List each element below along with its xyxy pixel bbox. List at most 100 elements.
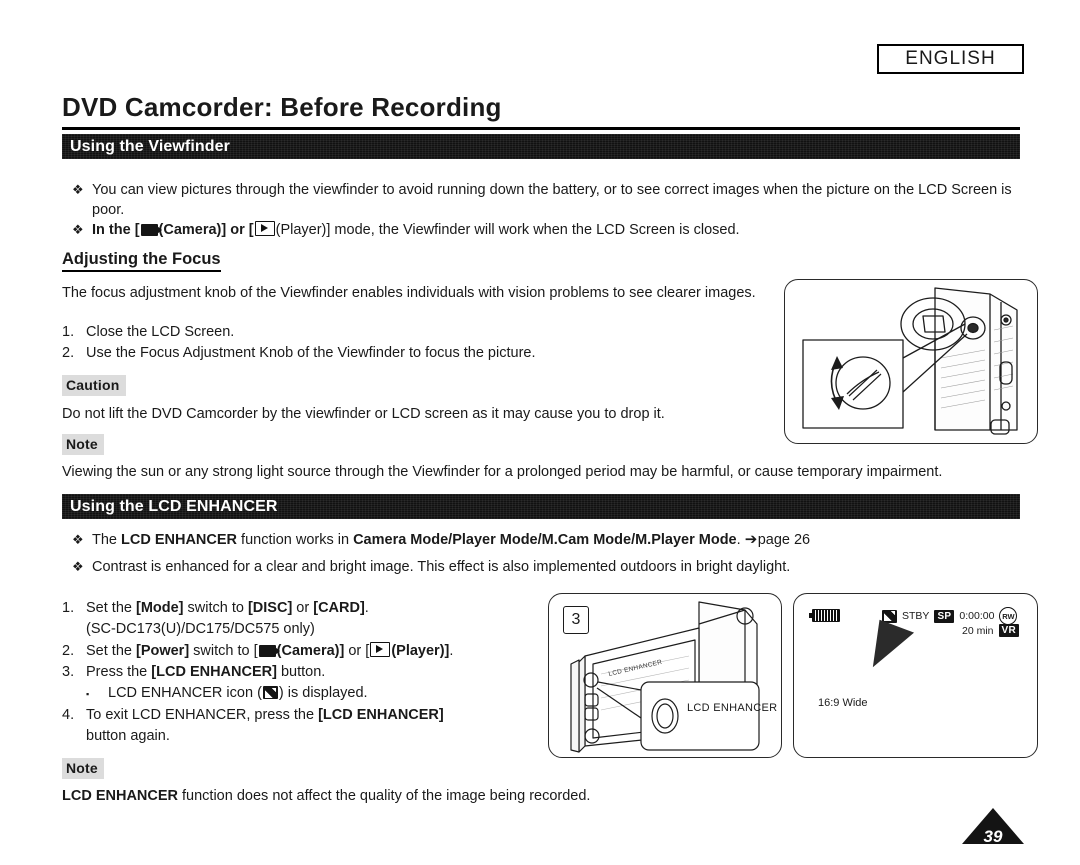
enhancer-step-2-post: . <box>449 643 454 659</box>
enhancer-step-3-post: button. <box>276 664 326 680</box>
enhancer-step-3-bold-button: [LCD ENHANCER] <box>151 664 277 680</box>
bullet-viewfinder-2-pre: In the [ <box>92 222 140 238</box>
bullet-viewfinder-1-text: You can view pictures through the viewfi… <box>92 182 1012 218</box>
bullet-enhancer-2-text: Contrast is enhanced for a clear and bri… <box>92 559 791 575</box>
enhancer-step-2-bold-power: [Power] <box>135 643 190 659</box>
enhancer-step-1-bold-disc: [DISC] <box>247 600 293 616</box>
osd-record-status: STBY <box>902 610 930 622</box>
viewfinder-step-1-text: Close the LCD Screen. <box>86 324 235 340</box>
enhancer-step-1-pre: Set the <box>86 600 136 616</box>
osd-pointer-arrow <box>872 619 916 673</box>
osd-status-row-2: 20 min VR <box>962 624 1019 637</box>
osd-record-mode-badge: VR <box>998 624 1019 637</box>
viewfinder-step-2-text: Use the Focus Adjustment Knob of the Vie… <box>86 345 536 361</box>
bullet-viewfinder-2-mid-b: (Player)] mode, the Viewfinder will work… <box>275 222 740 238</box>
arrow-right-icon: ➔ <box>744 531 758 548</box>
enhancer-step-1-bold-card: [CARD] <box>313 600 365 616</box>
note-enhancer-rest: function does not affect the quality of … <box>178 788 591 804</box>
note-text-enhancer: LCD ENHANCER function does not affect th… <box>62 786 962 806</box>
viewfinder-intro-text: The focus adjustment knob of the Viewfin… <box>62 285 756 301</box>
enhancer-step-1-bold-mode: [Mode] <box>135 600 184 616</box>
battery-icon <box>809 609 840 622</box>
enhancer-step-2-bold-camera: (Camera)] <box>276 643 345 659</box>
bullet-enhancer-2: ❖ Contrast is enhanced for a clear and b… <box>72 557 1017 577</box>
bullet-enhancer-1: ❖ The LCD ENHANCER function works in Cam… <box>72 530 1017 550</box>
enhancer-step-4-text: To exit LCD ENHANCER, press the [LCD ENH… <box>86 705 542 747</box>
enhancer-step-3-number: 3. <box>62 664 75 680</box>
section-header-viewfinder-label: Using the Viewfinder <box>70 137 230 155</box>
page-title: DVD Camcorder: Before Recording <box>62 92 502 122</box>
viewfinder-step-2-number: 2. <box>62 345 75 361</box>
note-text-viewfinder: Viewing the sun or any strong light sour… <box>62 464 943 480</box>
manual-page: ENGLISH DVD Camcorder: Before Recording … <box>0 0 1080 865</box>
osd-quality-badge: SP <box>934 609 955 623</box>
enhancer-step-1-text: Set the [Mode] switch to [DISC] or [CARD… <box>86 598 532 640</box>
caution-text: Do not lift the DVD Camcorder by the vie… <box>62 406 665 422</box>
bullet-diamond-icon: ❖ <box>72 532 84 547</box>
lcd-enhancer-callout-label: LCD ENHANCER <box>687 702 778 714</box>
viewfinder-step-1-number: 1. <box>62 324 75 340</box>
section-header-viewfinder: Using the Viewfinder <box>62 134 1020 159</box>
osd-aspect-ratio: 16:9 Wide <box>818 697 868 709</box>
enhancer-step-1-post: . <box>364 600 369 616</box>
bullet-enhancer-1-pre: The <box>92 532 122 548</box>
section-header-lcd-enhancer-label: Using the LCD ENHANCER <box>70 497 278 515</box>
enhancer-step-2-pre: Set the <box>86 643 136 659</box>
bullet-enhancer-1-post: . <box>736 532 745 548</box>
enhancer-step-3-sub-post: ) is displayed. <box>278 685 368 701</box>
enhancer-step-2: 2. Set the [Power] switch to [ (Camera)] … <box>62 641 552 662</box>
enhancer-step-3-subbullet: ▪ LCD ENHANCER icon ( ) is displayed. <box>86 683 556 706</box>
osd-disc-format-icon: RW <box>999 607 1018 625</box>
enhancer-step-2-mid: switch to [ <box>189 643 258 659</box>
page-number-badge: 39 <box>962 808 1024 848</box>
bullet-diamond-icon: ❖ <box>72 222 84 237</box>
camera-icon <box>258 645 280 657</box>
page-number-value: 39 <box>983 827 1003 846</box>
page-reference-link: page 26 <box>757 532 811 548</box>
enhancer-step-1-models: (SC-DC173(U)/DC175/DC575 only) <box>86 621 315 637</box>
enhancer-step-2-number: 2. <box>62 643 75 659</box>
note-label-enhancer: Note <box>62 758 104 779</box>
enhancer-step-4-line2: button again. <box>86 728 170 744</box>
figure-lcd-enhancer-button: LCD ENHANCER 3 LCD ENHANCER <box>548 593 782 758</box>
bullet-viewfinder-2-mid-a: (Camera)] or [ <box>158 222 254 238</box>
figure-lcd-display: STBY SP 0:00:00 RW 20 min VR 16:9 Wide <box>793 593 1038 758</box>
figure-viewfinder-focus <box>784 279 1038 444</box>
language-badge: ENGLISH <box>877 44 1024 74</box>
enhancer-step-2-mid2: or [ <box>344 643 370 659</box>
enhancer-step-2-bold-player: (Player)] <box>391 643 450 659</box>
osd-timecode: 0:00:00 <box>959 610 995 622</box>
section-header-lcd-enhancer: Using the LCD ENHANCER <box>62 494 1020 519</box>
bullet-diamond-icon: ❖ <box>72 559 84 574</box>
enhancer-step-4-bold-button: [LCD ENHANCER] <box>318 707 444 723</box>
enhancer-step-4: 4. To exit LCD ENHANCER, press the [LCD … <box>62 705 542 747</box>
bullet-enhancer-1-mid: function works in <box>237 532 354 548</box>
enhancer-step-3: 3. Press the [LCD ENHANCER] button. <box>62 662 552 683</box>
bullet-enhancer-1-bold-a: LCD ENHANCER <box>121 532 238 548</box>
caution-label: Caution <box>62 375 126 396</box>
enhancer-step-1-number: 1. <box>62 600 75 616</box>
bullet-enhancer-1-bold-b: Camera Mode/Player Mode/M.Cam Mode/M.Pla… <box>353 532 737 548</box>
note-label-viewfinder: Note <box>62 434 104 455</box>
subheading-adjusting-focus: Adjusting the Focus <box>62 250 221 272</box>
viewfinder-step-1: 1. Close the LCD Screen. <box>62 322 762 343</box>
lcd-osd-overlay: STBY SP 0:00:00 RW 20 min VR 16:9 Wide <box>794 594 1037 757</box>
square-bullet-icon: ▪ <box>86 689 90 699</box>
bullet-viewfinder-2: ❖ In the [ (Camera)] or [ (Player)] mode, … <box>72 220 1017 240</box>
enhancer-step-3-sub-pre: LCD ENHANCER icon ( <box>108 685 262 701</box>
enhancer-step-3-text: Press the [LCD ENHANCER] button. <box>86 662 552 683</box>
enhancer-step-1-mid2: or <box>292 600 314 616</box>
player-icon <box>370 642 391 657</box>
enhancer-step-4-number: 4. <box>62 707 75 723</box>
bullet-viewfinder-1: ❖ You can view pictures through the view… <box>72 180 1017 220</box>
note-enhancer-bold: LCD ENHANCER <box>62 788 178 804</box>
enhancer-step-1-mid: switch to <box>183 600 248 616</box>
viewfinder-step-2: 2. Use the Focus Adjustment Knob of the … <box>62 343 762 364</box>
bullet-diamond-icon: ❖ <box>72 182 84 197</box>
bullet-enhancer-1-text: The LCD ENHANCER function works in Camer… <box>92 530 1017 550</box>
enhancer-step-2-text: Set the [Power] switch to [ (Camera)] or … <box>86 641 552 662</box>
player-icon <box>254 221 275 236</box>
bullet-viewfinder-2-text: In the [ (Camera)] or [ (Player)] mode, th… <box>92 220 1017 240</box>
lcd-enhancer-icon <box>262 686 278 699</box>
osd-remaining-time: 20 min <box>961 624 994 637</box>
